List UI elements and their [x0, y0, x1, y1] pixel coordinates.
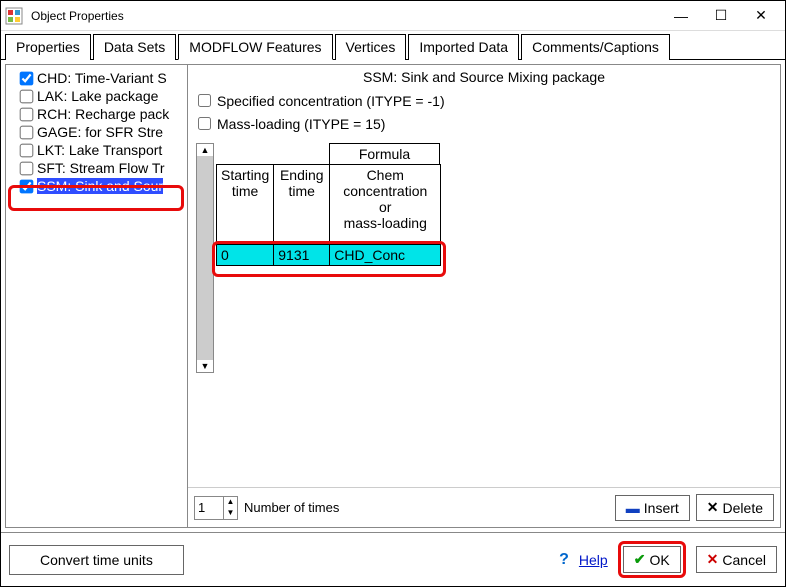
tree-checkbox-chd[interactable]: [20, 71, 34, 85]
spin-down-icon[interactable]: ▼: [223, 508, 237, 519]
convert-time-units-button[interactable]: Convert time units: [9, 545, 184, 575]
tree-item[interactable]: LAK: Lake package: [12, 87, 187, 105]
window-title: Object Properties: [31, 9, 661, 23]
title-bar: Object Properties — ☐ ✕: [1, 1, 785, 31]
number-of-times-label: Number of times: [244, 500, 339, 515]
maximize-button[interactable]: ☐: [701, 2, 741, 30]
tree-label: SSM: Sink and Sour: [37, 178, 163, 194]
scroll-thumb[interactable]: [197, 156, 213, 360]
tab-properties[interactable]: Properties: [5, 34, 91, 60]
app-icon: [5, 7, 23, 25]
panel-footer: ▲ ▼ Number of times ▬ Insert ✕ Delete: [188, 487, 780, 527]
checkbox-mass-loading[interactable]: [198, 117, 211, 130]
label-specified-concentration: Specified concentration (ITYPE = -1): [217, 93, 445, 109]
insert-button[interactable]: ▬ Insert: [615, 495, 690, 521]
tree-item[interactable]: CHD: Time-Variant S: [12, 69, 187, 87]
panel-title: SSM: Sink and Source Mixing package: [188, 65, 780, 89]
highlight-ok: ✔ OK: [618, 541, 686, 578]
tree-item[interactable]: LKT: Lake Transport: [12, 141, 187, 159]
main-panel: CHD: Time-Variant S LAK: Lake package RC…: [5, 64, 781, 528]
spin-up-icon[interactable]: ▲: [223, 497, 237, 508]
tree-item-ssm[interactable]: SSM: Sink and Sour: [12, 177, 187, 195]
number-of-times-input[interactable]: [195, 497, 223, 519]
checkbox-specified-concentration[interactable]: [198, 94, 211, 107]
ok-button[interactable]: ✔ OK: [623, 546, 681, 573]
tree-item[interactable]: SFT: Stream Flow Tr: [12, 159, 187, 177]
tree-item[interactable]: GAGE: for SFR Stre: [12, 123, 187, 141]
tab-data-sets[interactable]: Data Sets: [93, 34, 176, 60]
delete-button[interactable]: ✕ Delete: [696, 494, 774, 521]
cell-chem[interactable]: CHD_Conc: [330, 245, 441, 266]
tree-checkbox-sft[interactable]: [20, 161, 34, 175]
check-icon: ✔: [634, 551, 646, 568]
col-starting-time: Starting time: [217, 165, 274, 245]
tree-checkbox-lkt[interactable]: [20, 143, 34, 157]
help-link[interactable]: Help: [579, 552, 608, 568]
insert-icon: ▬: [626, 500, 640, 516]
bottom-bar: Convert time units ? Help ✔ OK ✕ Cancel: [1, 532, 785, 586]
tree-item[interactable]: RCH: Recharge pack: [12, 105, 187, 123]
formula-header: Formula: [329, 143, 440, 164]
tree-checkbox-gage[interactable]: [20, 125, 34, 139]
col-ending-time: Ending time: [274, 165, 330, 245]
tree-checkbox-rch[interactable]: [20, 107, 34, 121]
label-mass-loading: Mass-loading (ITYPE = 15): [217, 116, 385, 132]
number-of-times-spinner[interactable]: ▲ ▼: [194, 496, 238, 520]
tree-checkbox-lak[interactable]: [20, 89, 34, 103]
tab-modflow-features[interactable]: MODFLOW Features: [178, 34, 332, 60]
vertical-scrollbar[interactable]: ▲ ▼: [196, 143, 214, 373]
cancel-button[interactable]: ✕ Cancel: [696, 546, 777, 573]
tab-vertices[interactable]: Vertices: [335, 34, 407, 60]
cancel-icon: ✕: [707, 551, 719, 568]
tree-label: CHD: Time-Variant S: [37, 70, 167, 86]
cell-start[interactable]: 0: [217, 245, 274, 266]
scroll-up-icon[interactable]: ▲: [201, 145, 210, 155]
tab-imported-data[interactable]: Imported Data: [408, 34, 519, 60]
panel-content: SSM: Sink and Source Mixing package Spec…: [188, 65, 780, 527]
tree-label: SFT: Stream Flow Tr: [37, 160, 165, 176]
time-table: Starting time Ending time Chem concentra…: [216, 164, 441, 266]
tree-label: LKT: Lake Transport: [37, 142, 162, 158]
cell-end[interactable]: 9131: [274, 245, 330, 266]
col-chem: Chem concentration or mass-loading: [330, 165, 441, 245]
tree-label: RCH: Recharge pack: [37, 106, 169, 122]
tree-checkbox-ssm[interactable]: [20, 179, 34, 193]
tab-comments-captions[interactable]: Comments/Captions: [521, 34, 670, 60]
help-icon: ?: [559, 551, 569, 569]
feature-tree: CHD: Time-Variant S LAK: Lake package RC…: [6, 65, 188, 527]
tab-bar: Properties Data Sets MODFLOW Features Ve…: [1, 31, 785, 60]
tree-label: LAK: Lake package: [37, 88, 158, 104]
table-row[interactable]: 0 9131 CHD_Conc: [217, 245, 441, 266]
tree-label: GAGE: for SFR Stre: [37, 124, 163, 140]
scroll-down-icon[interactable]: ▼: [201, 361, 210, 371]
close-button[interactable]: ✕: [741, 2, 781, 30]
delete-icon: ✕: [707, 499, 719, 516]
minimize-button[interactable]: —: [661, 2, 701, 30]
table-area: ▲ ▼ Formula Starting time Ending time Ch…: [188, 135, 780, 381]
